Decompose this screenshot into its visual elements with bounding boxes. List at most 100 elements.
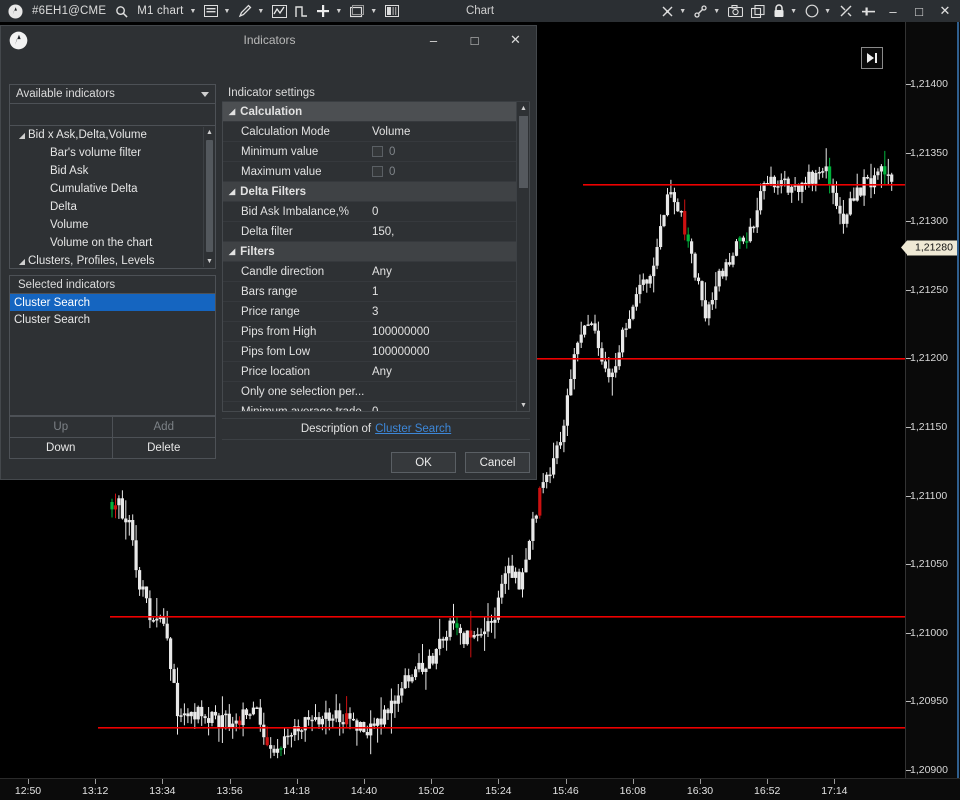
- time-axis[interactable]: 12:50 13:12 13:34 13:56 14:18 14:40 15:02 15:24…: [0, 778, 960, 800]
- indicator-search-input[interactable]: [9, 104, 216, 126]
- plus-chevron-down-icon[interactable]: ▼: [334, 8, 346, 15]
- selected-indicator-item[interactable]: Cluster Search: [10, 294, 215, 311]
- property-value[interactable]: 100000000: [368, 346, 517, 358]
- settings-property-row[interactable]: Delta filter 150,: [223, 222, 517, 242]
- tree-leaf-item[interactable]: Volume on the chart: [10, 234, 215, 252]
- settings-category-row[interactable]: ◢ Calculation: [223, 102, 517, 122]
- property-checkbox[interactable]: [372, 146, 383, 157]
- description-link[interactable]: Cluster Search: [375, 423, 451, 435]
- property-value[interactable]: 150,: [368, 226, 517, 238]
- symbol-label[interactable]: #6EH1@CME: [27, 1, 111, 21]
- scroll-down-icon[interactable]: ▼: [204, 256, 215, 267]
- tree-leaf-item[interactable]: Volume: [10, 216, 215, 234]
- expander-icon[interactable]: ◢: [229, 187, 235, 196]
- window-layout-chevron-down-icon[interactable]: ▼: [222, 8, 234, 15]
- settings-property-row[interactable]: Only one selection per...: [223, 382, 517, 402]
- link-icon[interactable]: [690, 1, 712, 21]
- magnet-chevron-down-icon[interactable]: ▼: [678, 8, 690, 15]
- price-axis[interactable]: 1,21400 1,21350 1,21300 1,21250 1,21200 1,211…: [901, 22, 960, 778]
- property-value[interactable]: Any: [368, 366, 517, 378]
- dialog-title-bar[interactable]: Indicators – □ ✕: [1, 26, 536, 54]
- magnet-icon[interactable]: [657, 1, 678, 21]
- lock-icon[interactable]: [769, 1, 789, 21]
- available-indicators-dropdown[interactable]: Available indicators: [9, 84, 216, 104]
- tree-leaf-item[interactable]: Bid Ask: [10, 162, 215, 180]
- copy-icon[interactable]: [747, 1, 769, 21]
- settings-property-grid[interactable]: ◢ Calculation Calculation Mode Volume Minimu…: [222, 102, 530, 412]
- minimize-button[interactable]: –: [880, 0, 906, 22]
- dialog-minimize-button[interactable]: –: [413, 26, 454, 54]
- cancel-button[interactable]: Cancel: [465, 452, 530, 473]
- tree-scrollbar[interactable]: ▲ ▼: [203, 127, 214, 267]
- skip-to-last-bar-button[interactable]: [861, 47, 883, 69]
- down-button[interactable]: Down: [10, 437, 113, 458]
- dialog-close-button[interactable]: ✕: [495, 26, 536, 54]
- scroll-up-icon[interactable]: ▲: [517, 102, 529, 115]
- expander-icon[interactable]: ◢: [229, 247, 235, 256]
- lock-chevron-down-icon[interactable]: ▼: [789, 8, 801, 15]
- scroll-down-icon[interactable]: ▼: [517, 399, 529, 411]
- tree-leaf-item[interactable]: Cumulative Delta: [10, 180, 215, 198]
- expander-icon[interactable]: ◢: [229, 107, 235, 116]
- tree-scroll-thumb[interactable]: [206, 140, 213, 252]
- columns-icon[interactable]: [381, 1, 403, 21]
- dialog-maximize-button[interactable]: □: [454, 26, 495, 54]
- pin-icon[interactable]: [857, 1, 880, 21]
- scroll-up-icon[interactable]: ▲: [204, 127, 215, 138]
- tree-group-item[interactable]: ◢ Clusters, Profiles, Levels: [10, 252, 215, 268]
- link-chevron-down-icon[interactable]: ▼: [712, 8, 724, 15]
- settings-property-row[interactable]: Bid Ask Imbalance,% 0: [223, 202, 517, 222]
- tree-group-item[interactable]: ◢ Bid x Ask,Delta,Volume: [10, 126, 215, 144]
- settings-property-row[interactable]: Pips fom Low 100000000: [223, 342, 517, 362]
- measure-icon[interactable]: [291, 1, 312, 21]
- selected-indicators-list[interactable]: Cluster Search Cluster Search: [9, 294, 216, 416]
- settings-category-row[interactable]: ◢ Delta Filters: [223, 182, 517, 202]
- panel-chevron-down-icon[interactable]: ▼: [369, 8, 381, 15]
- pencil-icon[interactable]: [234, 1, 256, 21]
- available-indicators-tree[interactable]: ◢ Bid x Ask,Delta,Volume Bar's volume filt…: [9, 126, 216, 269]
- property-value[interactable]: 3: [368, 306, 517, 318]
- delete-button[interactable]: Delete: [112, 437, 215, 458]
- camera-icon[interactable]: [724, 1, 747, 21]
- settings-property-row[interactable]: Minimum value 0: [223, 142, 517, 162]
- property-value[interactable]: Any: [368, 266, 517, 278]
- property-value[interactable]: 0: [368, 166, 517, 178]
- plus-icon[interactable]: [312, 1, 334, 21]
- search-icon[interactable]: [111, 1, 132, 21]
- tools-icon[interactable]: [835, 1, 857, 21]
- settings-property-row[interactable]: Candle direction Any: [223, 262, 517, 282]
- settings-property-row[interactable]: Maximum value 0: [223, 162, 517, 182]
- close-button[interactable]: ✕: [932, 0, 958, 22]
- property-value[interactable]: 100000000: [368, 326, 517, 338]
- timeframe-label[interactable]: M1 chart: [132, 1, 188, 21]
- settings-property-row[interactable]: Minimum average trade 0: [223, 402, 517, 412]
- settings-scrollbar[interactable]: ▲ ▼: [516, 102, 529, 411]
- property-value[interactable]: 0: [368, 146, 517, 158]
- tree-leaf-item[interactable]: Delta: [10, 198, 215, 216]
- expander-icon[interactable]: ◢: [16, 131, 28, 140]
- pencil-chevron-down-icon[interactable]: ▼: [256, 8, 268, 15]
- indicators-icon[interactable]: [268, 1, 291, 21]
- settings-property-row[interactable]: Price range 3: [223, 302, 517, 322]
- property-value[interactable]: 0: [368, 206, 517, 218]
- circle-chevron-down-icon[interactable]: ▼: [823, 8, 835, 15]
- panel-icon[interactable]: [346, 1, 369, 21]
- settings-scroll-thumb[interactable]: [519, 116, 528, 188]
- settings-category-row[interactable]: ◢ Filters: [223, 242, 517, 262]
- settings-property-row[interactable]: Calculation Mode Volume: [223, 122, 517, 142]
- selected-indicator-item[interactable]: Cluster Search: [10, 311, 215, 328]
- tree-leaf-item[interactable]: Bar's volume filter: [10, 144, 215, 162]
- expander-icon[interactable]: ◢: [16, 257, 28, 266]
- timeframe-chevron-down-icon[interactable]: ▼: [189, 8, 201, 15]
- circle-icon[interactable]: [801, 1, 823, 21]
- settings-property-row[interactable]: Pips from High 100000000: [223, 322, 517, 342]
- property-value[interactable]: 0: [368, 406, 517, 412]
- property-value[interactable]: 1: [368, 286, 517, 298]
- window-layout-icon[interactable]: [200, 1, 222, 21]
- settings-property-row[interactable]: Price location Any: [223, 362, 517, 382]
- ok-button[interactable]: OK: [391, 452, 456, 473]
- property-value[interactable]: Volume: [368, 126, 517, 138]
- settings-property-row[interactable]: Bars range 1: [223, 282, 517, 302]
- maximize-button[interactable]: □: [906, 0, 932, 22]
- property-checkbox[interactable]: [372, 166, 383, 177]
